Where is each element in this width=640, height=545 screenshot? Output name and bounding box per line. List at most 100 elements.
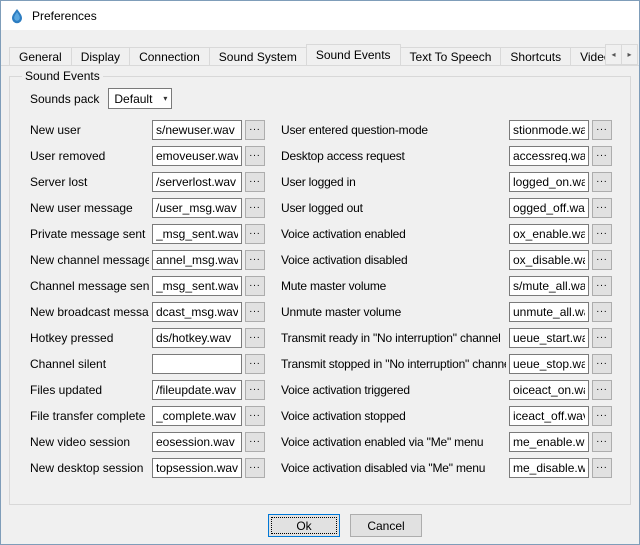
event-label: Voice activation disabled via "Me" menu xyxy=(268,461,506,475)
wav-file-input[interactable] xyxy=(509,146,589,166)
tab-text-to-speech[interactable]: Text To Speech xyxy=(400,47,502,66)
event-label: Voice activation enabled xyxy=(268,227,506,241)
browse-button[interactable]: ... xyxy=(592,120,612,140)
wav-file-input[interactable] xyxy=(152,198,242,218)
browse-button[interactable]: ... xyxy=(592,458,612,478)
wav-file-input[interactable] xyxy=(152,120,242,140)
event-label: Desktop access request xyxy=(268,149,506,163)
browse-button[interactable]: ... xyxy=(245,172,265,192)
event-label: Channel silent xyxy=(30,357,149,371)
browse-button[interactable]: ... xyxy=(245,146,265,166)
event-label: Voice activation stopped xyxy=(268,409,506,423)
wav-file-input[interactable] xyxy=(152,250,242,270)
browse-button[interactable]: ... xyxy=(245,432,265,452)
wav-file-input[interactable] xyxy=(152,302,242,322)
event-label: Private message sent xyxy=(30,227,149,241)
browse-button[interactable]: ... xyxy=(592,198,612,218)
browse-button[interactable]: ... xyxy=(245,250,265,270)
tab-sound-system[interactable]: Sound System xyxy=(209,47,307,66)
browse-button[interactable]: ... xyxy=(592,380,612,400)
browse-button[interactable]: ... xyxy=(592,146,612,166)
event-label: Transmit ready in "No interruption" chan… xyxy=(268,331,506,345)
wav-file-input[interactable] xyxy=(152,406,242,426)
tab-scroll-right-icon[interactable]: ▸ xyxy=(621,44,638,65)
window-title: Preferences xyxy=(32,9,97,23)
wav-file-input[interactable] xyxy=(509,354,589,374)
event-label: User logged out xyxy=(268,201,506,215)
browse-button[interactable]: ... xyxy=(245,198,265,218)
tab-strip: GeneralDisplayConnectionSound SystemSoun… xyxy=(9,44,621,65)
wav-file-input[interactable] xyxy=(509,302,589,322)
event-label: Server lost xyxy=(30,175,149,189)
event-label: New channel message xyxy=(30,253,149,267)
preferences-window: Preferences GeneralDisplayConnectionSoun… xyxy=(0,0,640,545)
browse-button[interactable]: ... xyxy=(592,276,612,296)
wav-file-input[interactable] xyxy=(509,406,589,426)
wav-file-input[interactable] xyxy=(509,120,589,140)
tab-shortcuts[interactable]: Shortcuts xyxy=(500,47,571,66)
wav-file-input[interactable] xyxy=(152,172,242,192)
event-label: Channel message sent xyxy=(30,279,149,293)
wav-file-input[interactable] xyxy=(509,198,589,218)
browse-button[interactable]: ... xyxy=(592,328,612,348)
event-label: New user message xyxy=(30,201,149,215)
browse-button[interactable]: ... xyxy=(245,276,265,296)
browse-button[interactable]: ... xyxy=(245,120,265,140)
wav-file-input[interactable] xyxy=(152,432,242,452)
browse-button[interactable]: ... xyxy=(592,250,612,270)
wav-file-input[interactable] xyxy=(152,458,242,478)
cancel-button[interactable]: Cancel xyxy=(350,514,422,537)
wav-file-input[interactable] xyxy=(509,432,589,452)
event-label: New video session xyxy=(30,435,149,449)
browse-button[interactable]: ... xyxy=(592,354,612,374)
browse-button[interactable]: ... xyxy=(592,172,612,192)
browse-button[interactable]: ... xyxy=(245,354,265,374)
wav-file-input[interactable] xyxy=(509,172,589,192)
browse-button[interactable]: ... xyxy=(245,458,265,478)
browse-button[interactable]: ... xyxy=(245,328,265,348)
sounds-pack-select[interactable]: Default ▾ xyxy=(108,88,172,109)
event-label: User entered question-mode xyxy=(268,123,506,137)
wav-file-input[interactable] xyxy=(509,250,589,270)
wav-file-input[interactable] xyxy=(509,328,589,348)
wav-file-input[interactable] xyxy=(509,458,589,478)
sounds-pack-value: Default xyxy=(114,92,152,106)
browse-button[interactable]: ... xyxy=(245,302,265,322)
event-label: Voice activation triggered xyxy=(268,383,506,397)
wav-file-input[interactable] xyxy=(509,380,589,400)
event-label: Mute master volume xyxy=(268,279,506,293)
wav-file-input[interactable] xyxy=(152,328,242,348)
event-label: Hotkey pressed xyxy=(30,331,149,345)
wav-file-input[interactable] xyxy=(152,224,242,244)
wav-file-input[interactable] xyxy=(152,354,242,374)
tab-connection[interactable]: Connection xyxy=(129,47,210,66)
tab-sound-events[interactable]: Sound Events xyxy=(306,44,401,66)
browse-button[interactable]: ... xyxy=(592,406,612,426)
tab-scrollers: ◂ ▸ xyxy=(606,44,638,65)
wav-file-input[interactable] xyxy=(152,276,242,296)
browse-button[interactable]: ... xyxy=(592,432,612,452)
wav-file-input[interactable] xyxy=(509,224,589,244)
wav-file-input[interactable] xyxy=(152,380,242,400)
wav-file-input[interactable] xyxy=(152,146,242,166)
event-label: User removed xyxy=(30,149,149,163)
event-label: Unmute master volume xyxy=(268,305,506,319)
sound-events-groupbox: Sound Events Sounds pack Default ▾ New u… xyxy=(9,69,631,505)
event-label: File transfer complete xyxy=(30,409,149,423)
wav-file-input[interactable] xyxy=(509,276,589,296)
event-label: Voice activation enabled via "Me" menu xyxy=(268,435,506,449)
event-label: New user xyxy=(30,123,149,137)
tab-pane: Sound Events Sounds pack Default ▾ New u… xyxy=(1,69,639,537)
browse-button[interactable]: ... xyxy=(245,224,265,244)
chevron-down-icon: ▾ xyxy=(163,94,167,103)
browse-button[interactable]: ... xyxy=(592,302,612,322)
tab-display[interactable]: Display xyxy=(71,47,130,66)
sounds-pack-row: Sounds pack Default ▾ xyxy=(30,88,620,109)
tab-scroll-left-icon[interactable]: ◂ xyxy=(605,44,622,65)
tab-general[interactable]: General xyxy=(9,47,72,66)
ok-button[interactable]: Ok xyxy=(268,514,340,537)
event-label: New desktop session xyxy=(30,461,149,475)
browse-button[interactable]: ... xyxy=(245,380,265,400)
browse-button[interactable]: ... xyxy=(245,406,265,426)
browse-button[interactable]: ... xyxy=(592,224,612,244)
